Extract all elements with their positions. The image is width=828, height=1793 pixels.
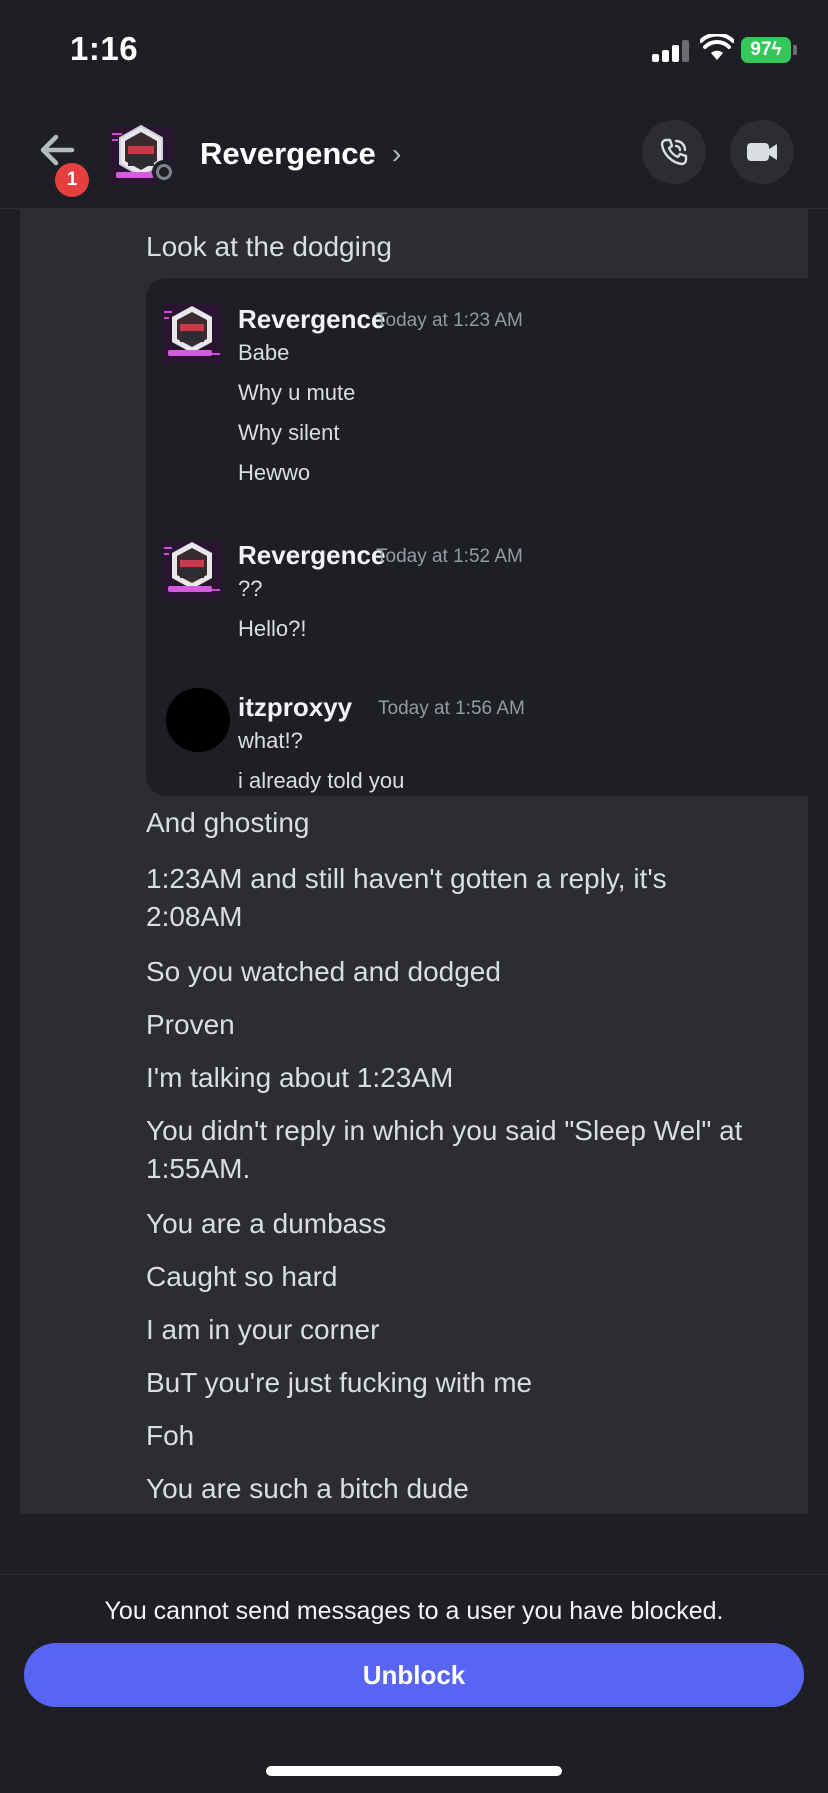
video-camera-icon (747, 143, 777, 161)
message-text: You are a dumbass (146, 1208, 387, 1239)
message-text: You are such a bitch dude (146, 1473, 469, 1504)
message-timestamp: Today at 1:23 AM (376, 310, 523, 331)
avatar (162, 304, 222, 364)
blocked-notice: You cannot send messages to a user you h… (104, 1597, 724, 1625)
message-text: Proven (146, 1009, 235, 1040)
message-author[interactable]: Revergence (238, 304, 385, 335)
blocked-composer-bar: You cannot send messages to a user you h… (0, 1574, 828, 1793)
message-text: BuT you're just fucking with me (146, 1367, 533, 1398)
message-text: Hello?! (238, 616, 307, 641)
message-timestamp: Today at 1:52 AM (376, 546, 523, 567)
contact-name[interactable]: Revergence (200, 136, 376, 172)
message-text: You didn't reply in which you said "Slee… (146, 1115, 743, 1146)
message-text: 1:23AM and still haven't gotten a reply,… (146, 863, 667, 894)
battery-indicator: 97ϟ (741, 37, 791, 63)
message-text: Foh (146, 1420, 195, 1451)
message-text: 1:55AM. (146, 1153, 251, 1184)
offline-status-icon (152, 160, 176, 184)
message-text: 2:08AM (146, 901, 243, 932)
battery-nub (793, 45, 797, 55)
avatar (162, 540, 222, 600)
message-author[interactable]: itzproxyy (238, 692, 352, 723)
avatar (166, 688, 230, 752)
chevron-right-icon[interactable]: › (392, 138, 401, 170)
wifi-icon (700, 34, 734, 60)
message-text: Why u mute (238, 380, 356, 405)
message-text: So you watched and dodged (146, 956, 501, 987)
message-text: ?? (238, 576, 263, 601)
message-list[interactable]: Look at the dodging Revergence Today at … (20, 208, 826, 1514)
message-text: I am in your corner (146, 1314, 380, 1345)
message-text: Hewwo (238, 460, 311, 485)
phone-icon (660, 138, 688, 166)
chat-header: 1 Revergence › (0, 100, 828, 209)
message-text: Babe (238, 340, 290, 365)
unread-badge: 1 (52, 160, 92, 200)
video-call-button[interactable] (730, 120, 794, 184)
message-text: Caught so hard (146, 1261, 338, 1292)
forwarded-message-embed[interactable]: Revergence Today at 1:23 AM Babe Why u m… (146, 278, 826, 796)
voice-call-button[interactable] (642, 120, 706, 184)
message-text: I'm talking about 1:23AM (146, 1062, 454, 1093)
message-text: i already told you (238, 768, 405, 793)
home-indicator[interactable] (266, 1766, 562, 1776)
cellular-signal-icon (652, 38, 692, 62)
message-author[interactable]: Revergence (238, 540, 385, 571)
unblock-button[interactable]: Unblock (24, 1643, 804, 1707)
status-time: 1:16 (70, 30, 139, 67)
message-text: And ghosting (146, 807, 310, 838)
message-text: Why silent (238, 420, 340, 445)
message-text: what!? (238, 728, 303, 753)
message-text: Look at the dodging (146, 231, 392, 262)
charging-bolt-icon: ϟ (771, 39, 782, 60)
status-bar: 1:16 97ϟ (0, 0, 828, 100)
battery-level: 97 (750, 39, 772, 60)
message-timestamp: Today at 1:56 AM (378, 698, 525, 719)
